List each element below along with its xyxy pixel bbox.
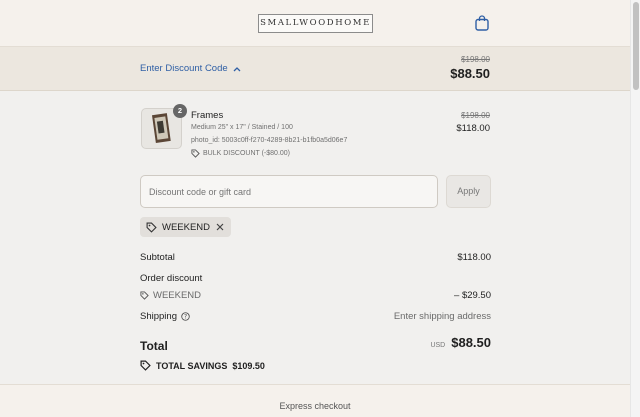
product-variant: Medium 25" x 17" / Stained / 100 <box>191 124 293 131</box>
toggle-label: Enter Discount Code <box>140 63 228 74</box>
tag-icon <box>146 222 157 233</box>
scrollbar-thumb[interactable] <box>633 2 639 90</box>
shipping-value: Enter shipping address <box>393 311 491 322</box>
original-total: $198.00 <box>461 55 490 64</box>
subtotal-label: Subtotal <box>140 252 175 263</box>
savings-label: TOTAL SAVINGS <box>156 360 228 371</box>
product-price: $118.00 <box>456 123 490 134</box>
svg-text:?: ? <box>184 315 187 321</box>
total-label: Total <box>140 339 168 353</box>
discount-code-cell: WEEKEND <box>140 290 491 301</box>
applied-code-label: WEEKEND <box>162 221 211 233</box>
apply-button[interactable]: Apply <box>446 175 491 208</box>
currency-code: USD <box>430 342 446 349</box>
order-summary-bar: Enter Discount Code $198.00 $88.50 <box>0 47 630 91</box>
discount-code-row: WEEKEND – $29.50 <box>140 290 491 301</box>
total-savings: TOTAL SAVINGS $109.50 <box>140 360 265 371</box>
discount-code-input[interactable] <box>140 175 438 208</box>
summary-total: $88.50 <box>450 66 490 81</box>
site-header: SMALLWOODHOME <box>0 0 630 47</box>
shipping-label: Shipping <box>140 311 177 322</box>
shopping-bag-icon[interactable] <box>475 15 489 31</box>
order-discount-row: Order discount <box>140 273 491 284</box>
remove-code-icon[interactable] <box>215 222 225 232</box>
total-row: Total USD $88.50 <box>140 335 491 355</box>
quantity-badge: 2 <box>173 104 187 118</box>
help-icon[interactable]: ? <box>181 312 190 321</box>
total-amount: USD $88.50 <box>430 335 491 350</box>
tag-icon <box>140 291 149 300</box>
tag-icon <box>191 149 200 158</box>
savings-value: $109.50 <box>232 360 265 371</box>
page-scrollbar[interactable] <box>630 0 640 417</box>
discount-value: – $29.50 <box>454 290 491 301</box>
applied-discount-chip: WEEKEND <box>140 217 232 237</box>
discount-code-toggle[interactable]: Enter Discount Code <box>140 63 241 74</box>
product-original-price: $198.00 <box>461 111 490 120</box>
subtotal-row: Subtotal $118.00 <box>140 252 491 263</box>
express-checkout-section: Express checkout <box>0 384 630 417</box>
item-discount: BULK DISCOUNT (-$80.00) <box>191 149 290 158</box>
discount-code-label: WEEKEND <box>153 290 202 301</box>
order-summary-panel: 2 Frames Medium 25" x 17" / Stained / 10… <box>0 92 630 384</box>
item-discount-label: BULK DISCOUNT (-$80.00) <box>203 150 291 157</box>
product-photo-id: photo_id: 5003c0ff-f270-4289-8b21-b1fb0a… <box>191 137 348 144</box>
chevron-up-icon <box>233 66 241 71</box>
tag-icon <box>140 360 151 371</box>
subtotal-value: $118.00 <box>457 252 491 263</box>
total-value: $88.50 <box>451 335 491 350</box>
store-logo[interactable]: SMALLWOODHOME <box>258 14 373 33</box>
product-name: Frames <box>191 110 224 121</box>
shipping-row: Shipping ? Enter shipping address <box>140 311 491 322</box>
order-discount-label: Order discount <box>140 273 203 284</box>
express-checkout-label: Express checkout <box>279 401 351 411</box>
